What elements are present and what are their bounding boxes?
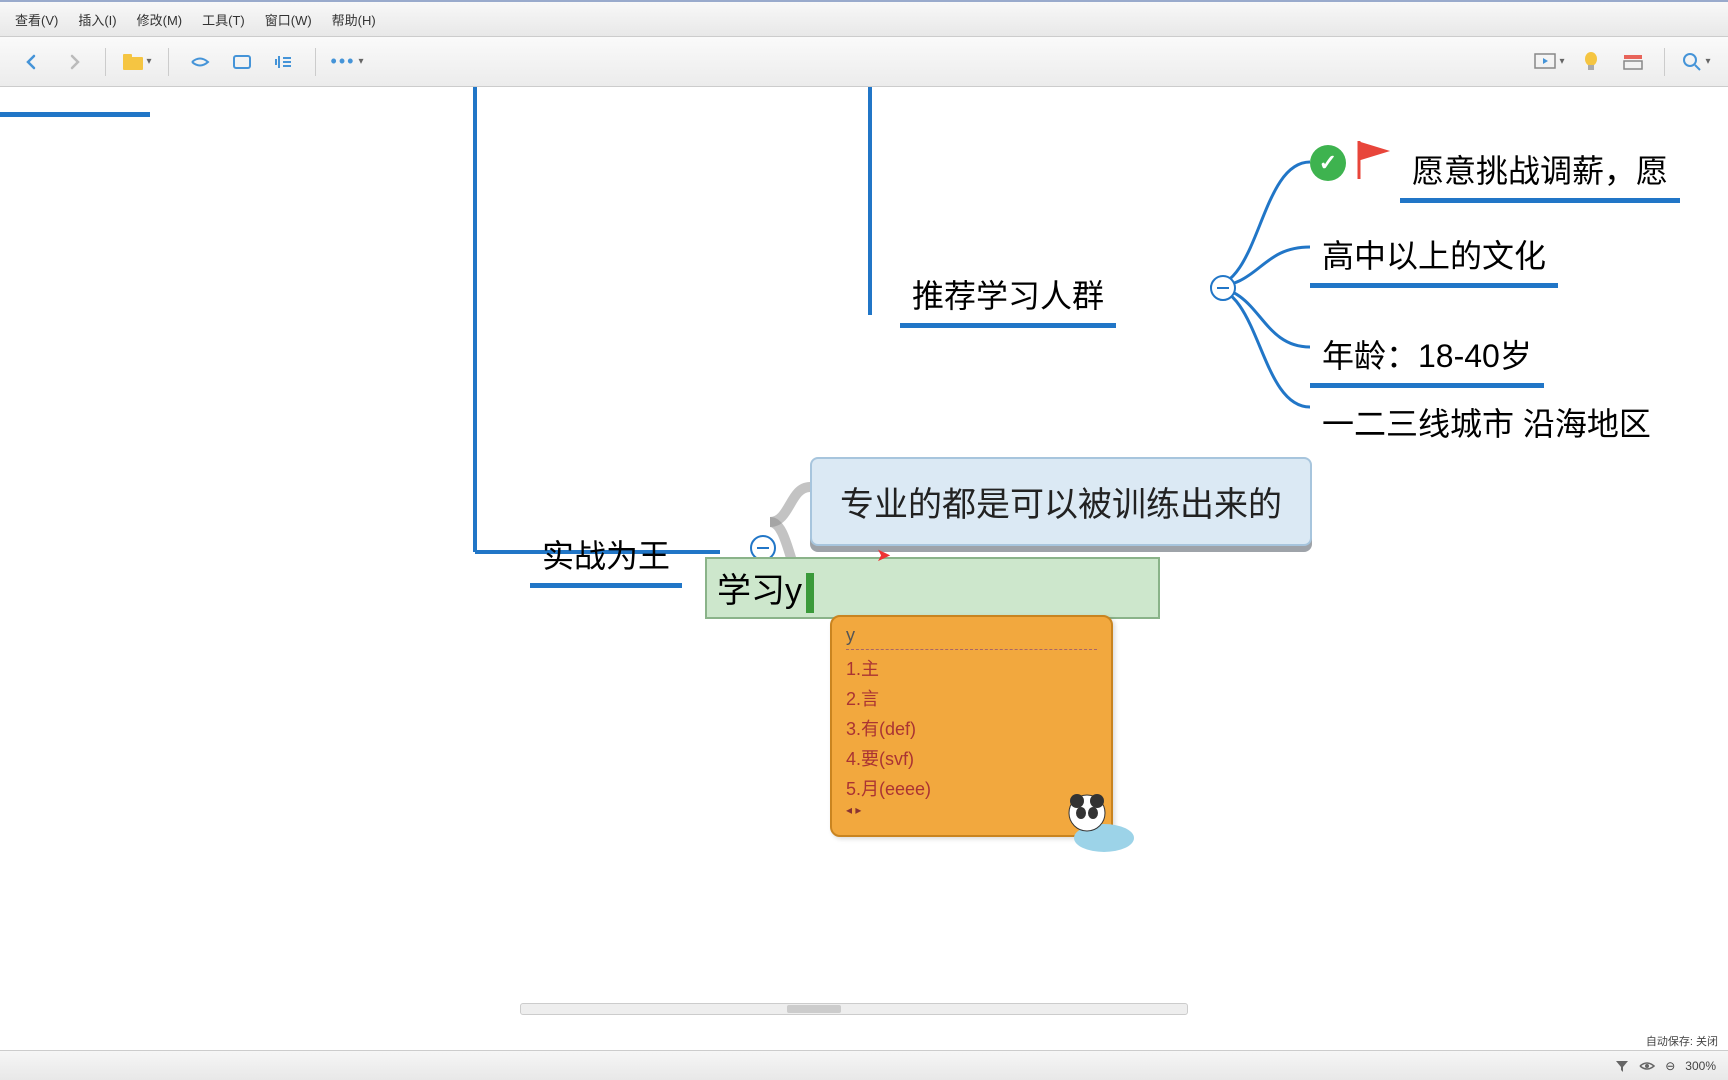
redo-button[interactable]: [57, 45, 91, 79]
undo-button[interactable]: [15, 45, 49, 79]
eye-icon[interactable]: [1639, 1060, 1655, 1072]
node-editing-text: 学习y: [717, 572, 802, 610]
zoom-out-icon[interactable]: ⊖: [1665, 1059, 1675, 1073]
node-culture[interactable]: 高中以上的文化: [1310, 227, 1558, 288]
filter-icon[interactable]: [1615, 1059, 1629, 1073]
menu-insert[interactable]: 插入(I): [68, 6, 126, 33]
ime-item-1[interactable]: 1.主: [846, 653, 1097, 683]
toolbar: ▾ •••▾ ▾ ▾: [0, 37, 1728, 87]
node-city[interactable]: 一二三线城市 沿海地区: [1310, 395, 1663, 451]
node-editing[interactable]: 学习y: [705, 557, 1160, 619]
ime-input: y: [846, 625, 1097, 650]
horizontal-scrollbar[interactable]: [520, 1003, 1188, 1015]
cursor-pointer: ➤: [876, 545, 891, 566]
node-age[interactable]: 年龄：18-40岁: [1310, 327, 1544, 388]
node-challenge[interactable]: 愿意挑战调薪，愿: [1400, 142, 1680, 203]
node-practice[interactable]: 实战为王: [530, 527, 682, 588]
lightbulb-icon[interactable]: [1574, 45, 1608, 79]
ime-item-3[interactable]: 3.有(def): [846, 713, 1097, 743]
menu-help[interactable]: 帮助(H): [322, 6, 386, 33]
menu-modify[interactable]: 修改(M): [127, 6, 193, 33]
search-icon[interactable]: ▾: [1679, 45, 1713, 79]
mindmap-canvas[interactable]: 推荐学习人群 ✓ 愿意挑战调薪，愿 高中以上的文化 年龄：18-40岁 一二三线…: [0, 87, 1728, 1050]
ime-mascot-icon: [1049, 783, 1139, 853]
ime-candidate-box[interactable]: y 1.主 2.言 3.有(def) 4.要(svf) 5.月(eeee) ◂ …: [830, 615, 1113, 837]
present-button[interactable]: ▾: [1532, 45, 1566, 79]
menu-tools[interactable]: 工具(T): [192, 6, 255, 33]
node-recommend[interactable]: 推荐学习人群: [900, 267, 1116, 328]
node-stub-top: [0, 87, 150, 117]
node-pro-selected[interactable]: 专业的都是可以被训练出来的: [810, 457, 1312, 546]
tool-icon-1[interactable]: [183, 45, 217, 79]
zoom-level[interactable]: 300%: [1685, 1059, 1716, 1073]
collapse-button[interactable]: [1210, 275, 1236, 301]
statusbar: ⊖ 300% 自动保存: 关闭: [0, 1050, 1728, 1080]
menubar: 查看(V) 插入(I) 修改(M) 工具(T) 窗口(W) 帮助(H): [0, 0, 1728, 37]
layout-icon[interactable]: [1616, 45, 1650, 79]
flag-icon: [1355, 139, 1391, 181]
check-icon: ✓: [1310, 145, 1346, 181]
autosave-status: 自动保存: 关闭: [1646, 1033, 1718, 1049]
menu-view[interactable]: 查看(V): [5, 6, 68, 33]
ime-item-4[interactable]: 4.要(svf): [846, 743, 1097, 773]
tool-icon-2[interactable]: [225, 45, 259, 79]
tool-icon-3[interactable]: [267, 45, 301, 79]
ime-item-2[interactable]: 2.言: [846, 683, 1097, 713]
menu-window[interactable]: 窗口(W): [255, 6, 322, 33]
more-button[interactable]: •••▾: [330, 45, 364, 79]
folder-button[interactable]: ▾: [120, 45, 154, 79]
